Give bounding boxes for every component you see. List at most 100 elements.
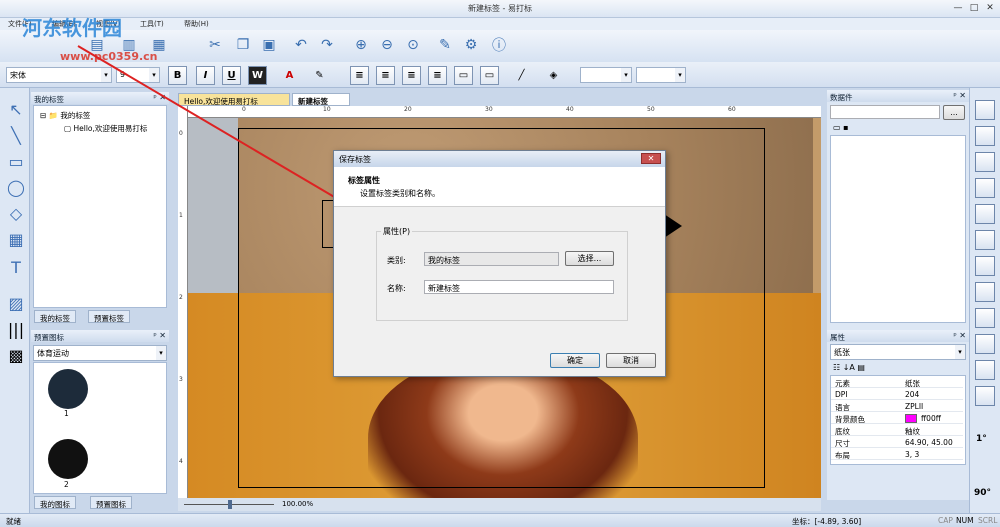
browse-button[interactable]: ... (943, 105, 965, 120)
qrcode-tool-icon[interactable]: ▩ (5, 344, 27, 366)
prop-value[interactable]: ff00ff (921, 414, 941, 423)
align-center-h-icon[interactable] (975, 204, 995, 224)
my-labels-title: 我的标签 (34, 95, 64, 104)
preset-category-select[interactable]: 体育运动 ▾ (33, 345, 167, 361)
align-justify-icon[interactable]: ≡ (428, 66, 447, 85)
properties-selector[interactable]: 纸张 ▾ (830, 344, 966, 360)
prop-value[interactable]: 釉纹 (905, 426, 920, 437)
prop-key: 背景颜色 (835, 415, 865, 424)
watermark-brand: 河东软件园 (22, 16, 122, 40)
ruler-tick: 50 (647, 106, 655, 113)
same-size-icon[interactable] (975, 308, 995, 328)
chevron-down-icon: ▾ (675, 68, 685, 82)
data-source-field[interactable] (830, 105, 940, 119)
pointer-icon[interactable]: ↖ (5, 98, 27, 120)
ellipse-tool-icon[interactable]: ◯ (5, 176, 27, 198)
close-icon[interactable]: ᵖ ✕ (953, 331, 966, 340)
close-icon[interactable]: ᵖ ✕ (153, 331, 166, 340)
data-list (830, 135, 966, 323)
alignment-tools: 1° 90° (969, 88, 1000, 513)
data-toolbar-icons[interactable]: ▭ ▪ (833, 123, 849, 132)
cancel-button[interactable]: 取消 (606, 353, 656, 368)
prop-row: 元素 纸张 (831, 377, 963, 388)
category-field: 我的标签 (424, 252, 559, 266)
barcode-tool-icon[interactable]: ||| (5, 318, 27, 340)
line-width-select[interactable]: ▾ (580, 67, 632, 83)
prop-key: 语言 (835, 403, 850, 412)
same-width-icon[interactable] (975, 256, 995, 276)
choose-button[interactable]: 选择... (565, 251, 614, 266)
font-family-value: 宋体 (10, 71, 26, 80)
ungroup-icon[interactable] (975, 386, 995, 406)
align-bottom-icon[interactable] (975, 152, 995, 172)
group-icon[interactable] (975, 360, 995, 380)
num-indicator: NUM (956, 516, 974, 525)
chevron-down-icon: ▾ (156, 346, 166, 360)
tab-my-icons[interactable]: 我的图标 (34, 496, 76, 509)
preset-item-number: 1 (64, 409, 69, 418)
prop-value[interactable]: ZPLII (905, 402, 923, 411)
preset-icons-panel-header: 预置图标 ᵖ ✕ (31, 330, 169, 342)
dialog-close-button[interactable]: ✕ (641, 153, 661, 164)
name-field[interactable]: 新建标签 (424, 280, 614, 294)
tab-preset-labels[interactable]: 预置标签 (88, 310, 130, 323)
label-shape-arrow[interactable] (664, 214, 682, 238)
prop-key: 尺寸 (835, 439, 850, 448)
menu-tools[interactable]: 工具(T) (140, 19, 164, 29)
line-color-icon[interactable]: ╱ (512, 66, 531, 85)
basketball-icon[interactable] (48, 439, 88, 479)
fill-color-icon[interactable]: ◈ (544, 66, 563, 85)
close-button[interactable]: ✕ (984, 3, 996, 14)
rectangle-tool-icon[interactable]: ▭ (5, 150, 27, 172)
close-icon[interactable]: ᵖ ✕ (953, 91, 966, 100)
bowling-icon[interactable] (48, 369, 88, 409)
prop-value[interactable]: 64.90, 45.00 (905, 438, 953, 447)
rotate-1-icon[interactable]: 1° (976, 434, 987, 444)
maximize-button[interactable]: □ (968, 3, 980, 14)
status-text: 就绪 (6, 517, 21, 526)
dialog-title: 保存标签 (339, 155, 371, 164)
align-left-edge-icon[interactable] (975, 178, 995, 198)
rotate-90-icon[interactable]: 90° (974, 488, 991, 498)
same-height-icon[interactable] (975, 282, 995, 302)
brush-icon[interactable]: ✎ (434, 34, 456, 56)
line-style-select[interactable]: ▾ (636, 67, 686, 83)
align-right-icon[interactable]: ≡ (402, 66, 421, 85)
properties-grid: 元素 纸张 DPI 204 语言 ZPLII 背景颜色 ff00ff 底纹 釉纹 尺寸 64… (830, 375, 966, 465)
image-tool-icon[interactable]: ▨ (5, 292, 27, 314)
menu-help[interactable]: 帮助(H) (184, 19, 209, 29)
minimize-button[interactable]: — (952, 3, 964, 14)
zoom-slider-handle[interactable] (228, 500, 232, 509)
info-icon[interactable]: ⓘ (488, 34, 510, 56)
zoom-value: 100.00% (282, 500, 314, 508)
align-right-edge-icon[interactable] (975, 230, 995, 250)
tab-my-labels[interactable]: 我的标签 (34, 310, 76, 323)
ok-button[interactable]: 确定 (550, 353, 600, 368)
prop-row: 布局 3, 3 (831, 449, 963, 460)
diamond-tool-icon[interactable]: ◇ (5, 202, 27, 224)
text-shrink-icon[interactable]: ▭ (480, 66, 499, 85)
settings-icon[interactable]: ⚙ (460, 34, 482, 56)
line-tool-icon[interactable]: ╲ (5, 124, 27, 146)
distribute-icon[interactable] (975, 334, 995, 354)
data-panel-header: 数据件 ᵖ ✕ (827, 90, 969, 102)
prop-value[interactable]: 纸张 (905, 378, 920, 389)
align-middle-icon[interactable] (975, 126, 995, 146)
dialog-title-bar: 保存标签 ✕ (334, 151, 665, 167)
prop-value[interactable]: 3, 3 (905, 450, 919, 459)
tab-preset-icons[interactable]: 预置图标 (90, 496, 132, 509)
text-fit-icon[interactable]: ▭ (454, 66, 473, 85)
text-tool-icon[interactable]: T (5, 256, 27, 278)
properties-sort-icons[interactable]: ☷ ↓A ▤ (833, 363, 865, 372)
save-label-dialog: 保存标签 ✕ 标签属性 设置标签类别和名称。 属性(P) 类别: 我的标签 选择.… (333, 150, 666, 377)
table-tool-icon[interactable]: ▦ (5, 228, 27, 250)
align-top-icon[interactable] (975, 100, 995, 120)
prop-row: DPI 204 (831, 389, 963, 400)
zoom-fit-icon[interactable]: ⊙ (402, 34, 424, 56)
status-bar: 就绪 坐标：[-4.89, 3.60] CAP NUM SCRL (0, 513, 1000, 527)
color-swatch[interactable] (905, 414, 917, 423)
title-bar: 新建标签 - 易打标 — □ ✕ (0, 0, 1000, 18)
prop-value[interactable]: 204 (905, 390, 919, 399)
dialog-heading: 标签属性 (348, 176, 380, 185)
menu-bar: 文件(F) 编辑(E) 视图(V) 工具(T) 帮助(H) (0, 18, 1000, 30)
